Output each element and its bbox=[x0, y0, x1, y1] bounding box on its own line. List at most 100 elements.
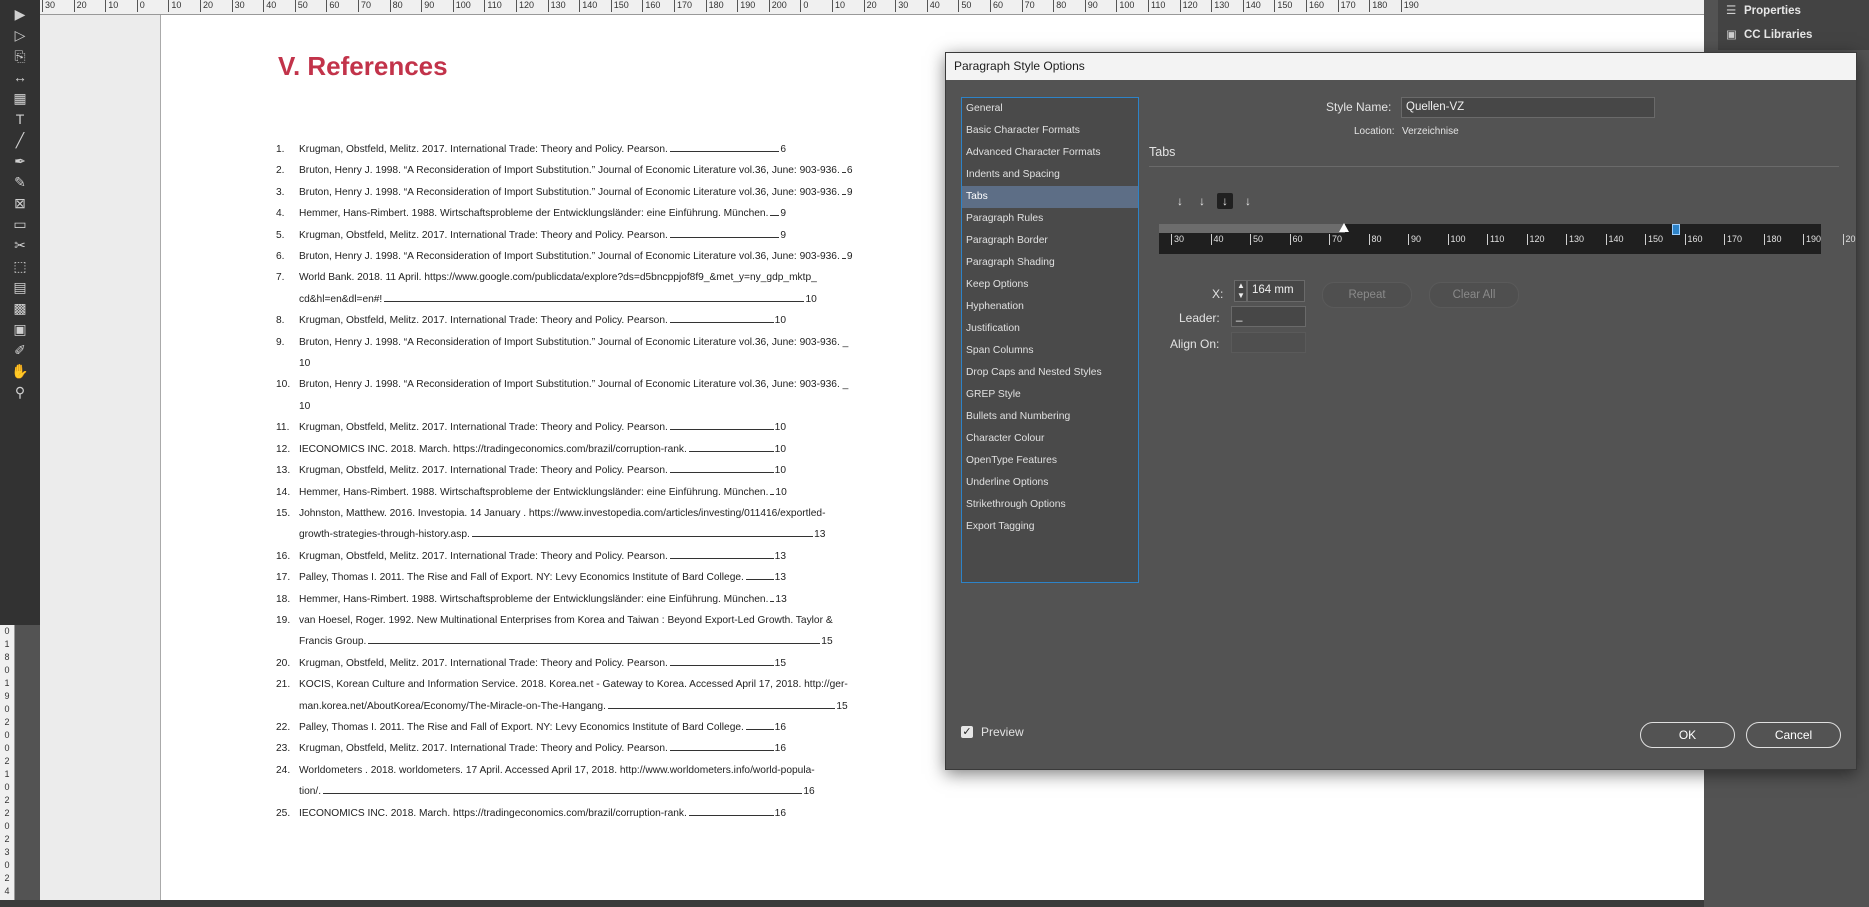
dialog-titlebar[interactable]: Paragraph Style Options bbox=[946, 53, 1856, 80]
type-tool-icon[interactable]: T bbox=[8, 109, 32, 129]
rectangle-frame-tool-icon[interactable]: ⊠ bbox=[8, 193, 32, 213]
category-item[interactable]: Justification bbox=[962, 318, 1138, 340]
list-item[interactable]: 23. Krugman, Obstfeld, Melitz. 2017. Inte… bbox=[276, 738, 786, 759]
category-item[interactable]: General bbox=[962, 98, 1138, 120]
style-name-field[interactable]: Quellen-VZ bbox=[1401, 97, 1655, 118]
pen-tool-icon[interactable]: ✒ bbox=[8, 151, 32, 171]
leader-field[interactable]: _ bbox=[1231, 306, 1306, 327]
category-list[interactable]: General Basic Character Formats Advanced C… bbox=[961, 97, 1139, 583]
reference-number: 3. bbox=[276, 186, 285, 198]
reference-list[interactable]: 1. Krugman, Obstfeld, Melitz. 2017. Inter… bbox=[276, 139, 852, 824]
reference-text: Worldometers . 2018. worldometers. 17 Ap… bbox=[299, 764, 815, 776]
rectangle-tool-icon[interactable]: ▭ bbox=[8, 214, 32, 234]
list-item[interactable]: 12. IECONOMICS INC. 2018. March. https://… bbox=[276, 439, 786, 460]
align-to-decimal-tab-icon[interactable]: ↓ bbox=[1240, 193, 1256, 209]
pencil-tool-icon[interactable]: ✎ bbox=[8, 172, 32, 192]
tab-stop-marker[interactable] bbox=[1672, 224, 1680, 235]
list-item[interactable]: 9. Bruton, Henry J. 1998. “A Reconsiderat… bbox=[276, 332, 848, 375]
list-item[interactable]: 5. Krugman, Obstfeld, Melitz. 2017. Inter… bbox=[276, 225, 786, 246]
free-transform-tool-icon[interactable]: ⬚ bbox=[8, 256, 32, 276]
category-item[interactable]: Paragraph Rules bbox=[962, 208, 1138, 230]
list-item[interactable]: 17. Palley, Thomas I. 2011. The Rise and … bbox=[276, 567, 786, 588]
category-item[interactable]: Strikethrough Options bbox=[962, 494, 1138, 516]
vertical-ruler[interactable]: 0 1 8 0 1 9 0 2 0 0 2 1 0 2 2 0 2 3 0 2 4 bbox=[0, 625, 15, 907]
page-number: 10 bbox=[805, 293, 817, 305]
right-justified-tab-icon[interactable]: ↓ bbox=[1217, 193, 1233, 209]
list-item[interactable]: 7. World Bank. 2018. 11 April. https://ww… bbox=[276, 267, 817, 310]
list-item[interactable]: 3. Bruton, Henry J. 1998. “A Reconsiderat… bbox=[276, 182, 852, 203]
align-on-field[interactable] bbox=[1231, 332, 1306, 353]
zoom-tool-icon[interactable]: ⚲ bbox=[8, 382, 32, 402]
list-item[interactable]: 15. Johnston, Matthew. 2016. Investopia. … bbox=[276, 503, 825, 546]
category-item[interactable]: Span Columns bbox=[962, 340, 1138, 362]
category-item[interactable]: Hyphenation bbox=[962, 296, 1138, 318]
note-tool-icon[interactable]: ▣ bbox=[8, 319, 32, 339]
category-item[interactable]: Paragraph Shading bbox=[962, 252, 1138, 274]
selection-tool-icon[interactable]: ▶ bbox=[8, 4, 32, 24]
list-item[interactable]: 4. Hemmer, Hans-Rimbert. 1988. Wirtschaft… bbox=[276, 203, 786, 224]
reference-number: 10. bbox=[276, 379, 291, 391]
list-item[interactable]: 2. Bruton, Henry J. 1998. “A Reconsiderat… bbox=[276, 160, 852, 181]
tab-ruler[interactable]: 30 40 50 60 70 80 90 100 110 120 130 140 150 160 170 18… bbox=[1159, 223, 1856, 254]
category-item[interactable]: Drop Caps and Nested Styles bbox=[962, 362, 1138, 384]
horizontal-ruler[interactable]: 30 20 10 0 10 20 30 40 50 60 70 80 90 100 110 120 130 140… bbox=[40, 0, 1704, 15]
clear-all-button[interactable]: Clear All bbox=[1429, 282, 1519, 308]
category-item[interactable]: Tabs bbox=[962, 186, 1138, 208]
list-item[interactable]: 14. Hemmer, Hans-Rimbert. 1988. Wirtschaf… bbox=[276, 482, 787, 503]
gradient-feather-tool-icon[interactable]: ▩ bbox=[8, 298, 32, 318]
list-item[interactable]: 13. Krugman, Obstfeld, Melitz. 2017. Inte… bbox=[276, 460, 786, 481]
list-item[interactable]: 11. Krugman, Obstfeld, Melitz. 2017. Inte… bbox=[276, 417, 786, 438]
list-item[interactable]: 10. Bruton, Henry J. 1998. “A Reconsidera… bbox=[276, 374, 848, 417]
gradient-swatch-tool-icon[interactable]: ▤ bbox=[8, 277, 32, 297]
list-item[interactable]: 8. Krugman, Obstfeld, Melitz. 2017. Inter… bbox=[276, 310, 786, 331]
preview-checkbox[interactable]: ✓ bbox=[961, 726, 973, 738]
scissors-tool-icon[interactable]: ✂ bbox=[8, 235, 32, 255]
gap-tool-icon[interactable]: ↔ bbox=[8, 67, 32, 87]
category-item[interactable]: Character Colour bbox=[962, 428, 1138, 450]
list-item[interactable]: 1. Krugman, Obstfeld, Melitz. 2017. Inter… bbox=[276, 139, 786, 160]
category-item[interactable]: Paragraph Border bbox=[962, 230, 1138, 252]
cancel-button[interactable]: Cancel bbox=[1746, 722, 1841, 748]
category-item[interactable]: Underline Options bbox=[962, 472, 1138, 494]
category-item[interactable]: Bullets and Numbering bbox=[962, 406, 1138, 428]
list-item[interactable]: 24. Worldometers . 2018. worldometers. 17… bbox=[276, 760, 815, 803]
list-item[interactable]: 16. Krugman, Obstfeld, Melitz. 2017. Inte… bbox=[276, 546, 786, 567]
list-item[interactable]: 6. Bruton, Henry J. 1998. “A Reconsiderat… bbox=[276, 246, 852, 267]
properties-panel-tab[interactable]: ☰ Properties bbox=[1726, 0, 1801, 22]
category-item[interactable]: OpenType Features bbox=[962, 450, 1138, 472]
cc-libraries-panel-tab[interactable]: ▣ CC Libraries bbox=[1726, 24, 1812, 46]
reference-line: Bruton, Henry J. 1998. “A Reconsideratio… bbox=[299, 182, 852, 203]
content-collector-icon[interactable]: ▦ bbox=[8, 88, 32, 108]
category-item[interactable]: Advanced Character Formats bbox=[962, 142, 1138, 164]
category-item[interactable]: Export Tagging bbox=[962, 516, 1138, 538]
category-item[interactable]: Keep Options bbox=[962, 274, 1138, 296]
list-item[interactable]: 19. van Hoesel, Roger. 1992. New Multinat… bbox=[276, 610, 833, 653]
list-item[interactable]: 21. KOCIS, Korean Culture and Information… bbox=[276, 674, 848, 717]
hand-tool-icon[interactable]: ✋ bbox=[8, 361, 32, 381]
reference-text: 10 bbox=[299, 358, 311, 370]
eyedropper-tool-icon[interactable]: ✐ bbox=[8, 340, 32, 360]
list-item[interactable]: 22. Palley, Thomas I. 2011. The Rise and … bbox=[276, 717, 786, 738]
list-item[interactable]: 25. IECONOMICS INC. 2018. March. https://… bbox=[276, 803, 786, 824]
reference-number: 14. bbox=[276, 486, 291, 498]
reference-entry: Krugman, Obstfeld, Melitz. 2017. Interna… bbox=[299, 460, 786, 481]
reference-number: 21. bbox=[276, 679, 291, 691]
repeat-button[interactable]: Repeat bbox=[1322, 282, 1412, 308]
category-item[interactable]: Basic Character Formats bbox=[962, 120, 1138, 142]
list-item[interactable]: 18. Hemmer, Hans-Rimbert. 1988. Wirtschaf… bbox=[276, 589, 787, 610]
ok-button[interactable]: OK bbox=[1640, 722, 1735, 748]
direct-selection-tool-icon[interactable]: ▷ bbox=[8, 25, 32, 45]
page-number: 13 bbox=[775, 593, 787, 605]
left-justified-tab-icon[interactable]: ↓ bbox=[1172, 193, 1188, 209]
center-justified-tab-icon[interactable]: ↓ bbox=[1194, 193, 1210, 209]
page-heading[interactable]: V. References bbox=[278, 51, 448, 82]
right-indent-marker[interactable] bbox=[1339, 223, 1349, 232]
document-page-left[interactable]: V. References 1. Krugman, Obstfeld, Melit… bbox=[160, 15, 954, 900]
category-item[interactable]: Indents and Spacing bbox=[962, 164, 1138, 186]
category-item[interactable]: GREP Style bbox=[962, 384, 1138, 406]
line-tool-icon[interactable]: ╱ bbox=[8, 130, 32, 150]
list-item[interactable]: 20. Krugman, Obstfeld, Melitz. 2017. Inte… bbox=[276, 653, 786, 674]
x-stepper-icon[interactable]: ▲ ▼ bbox=[1234, 280, 1247, 302]
x-position-field[interactable]: 164 mm bbox=[1247, 280, 1305, 302]
page-tool-icon[interactable]: ⎘ bbox=[8, 46, 32, 66]
